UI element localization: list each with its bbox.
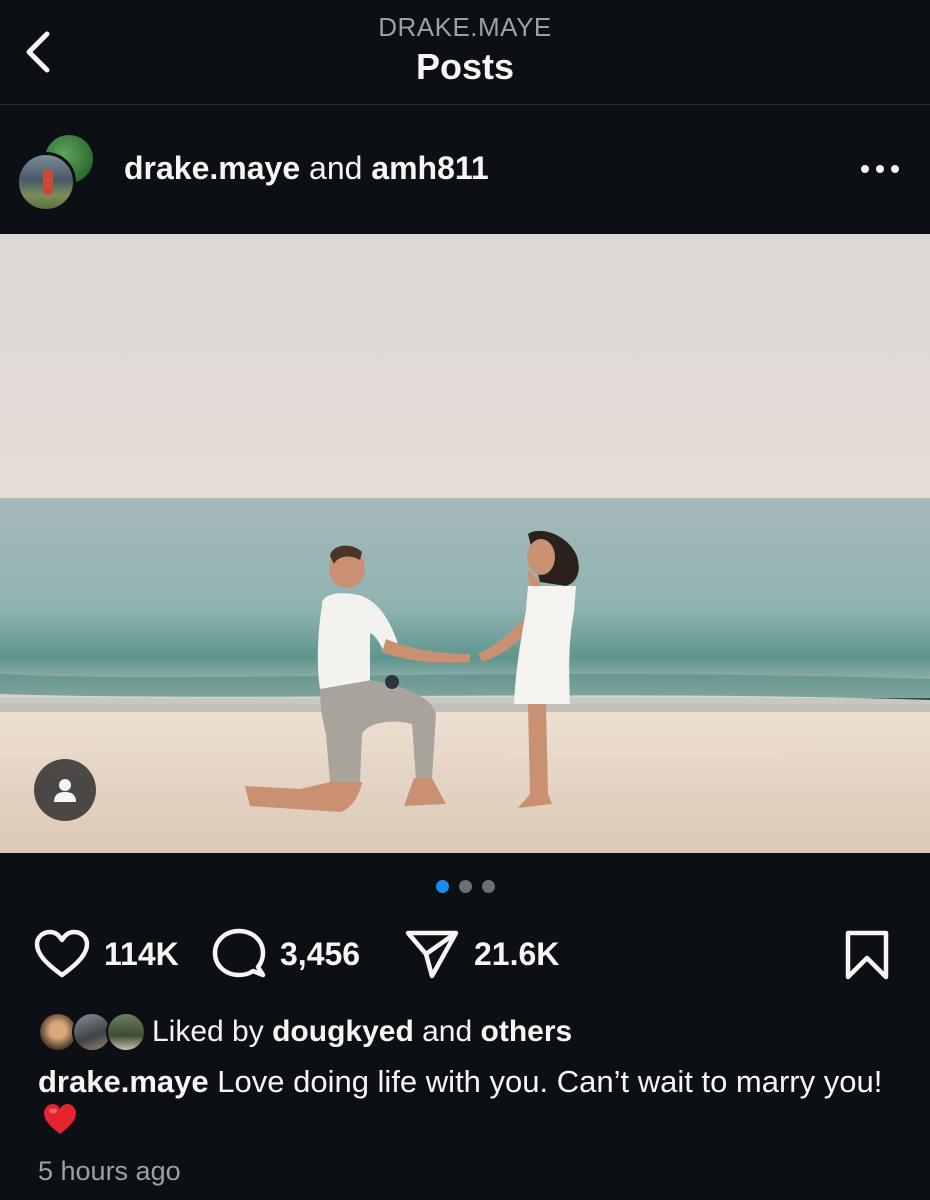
profile-username-subtitle: DRAKE.MAYE (378, 12, 552, 42)
post-authors: drake.maye and amh811 (124, 150, 489, 187)
share-count[interactable]: 21.6K (474, 936, 559, 973)
page-title: Posts (415, 46, 515, 87)
more-options-button[interactable] (858, 154, 902, 184)
avatar (106, 1012, 146, 1052)
like-button[interactable]: 114K (34, 920, 179, 988)
red-heart-icon (42, 1102, 78, 1146)
share-button[interactable]: 21.6K (404, 920, 559, 988)
more-horizontal-icon (861, 165, 899, 173)
like-count[interactable]: 114K (104, 936, 179, 973)
avatar-author[interactable] (16, 152, 76, 212)
post-image[interactable] (0, 234, 930, 853)
beach-proposal-photo (0, 234, 930, 853)
send-icon (405, 930, 459, 979)
bookmark-icon (845, 930, 889, 980)
liked-by-prefix: Liked by (152, 1015, 264, 1048)
tagged-people-button[interactable] (34, 759, 96, 821)
liked-by-user[interactable]: dougkyed (272, 1015, 414, 1048)
carousel-indicator (0, 880, 930, 893)
liked-by-others[interactable]: others (481, 1015, 573, 1048)
carousel-dot-active (435, 880, 449, 893)
post-actions: 114K 3,456 21.6K (0, 920, 930, 988)
author-connector: and (309, 150, 363, 186)
collab-avatars[interactable] (16, 132, 96, 212)
post-caption: drake.maye Love doing life with you. Can… (38, 1062, 898, 1146)
comment-count[interactable]: 3,456 (280, 936, 360, 973)
liked-by-connector: and (422, 1015, 473, 1048)
caption-username[interactable]: drake.maye (38, 1064, 209, 1099)
person-tag-icon (54, 779, 76, 802)
top-bar: DRAKE.MAYE Posts (0, 0, 930, 105)
carousel-dot (481, 880, 495, 893)
liked-by-text: Liked by dougkyed and others (152, 1015, 572, 1049)
save-button[interactable] (844, 930, 890, 980)
caption-text: Love doing life with you. Can’t wait to … (217, 1064, 883, 1099)
post-header: drake.maye and amh811 (0, 106, 930, 234)
comment-icon (212, 928, 266, 978)
comment-button[interactable]: 3,456 (212, 920, 360, 988)
liked-by-row[interactable]: Liked by dougkyed and others (38, 1010, 572, 1054)
carousel-dot (458, 880, 472, 893)
post-timestamp: 5 hours ago (38, 1156, 181, 1186)
liked-by-avatars (38, 1010, 148, 1054)
collaborator-username[interactable]: amh811 (371, 150, 488, 186)
heart-icon (34, 929, 90, 978)
author-username[interactable]: drake.maye (124, 150, 300, 186)
